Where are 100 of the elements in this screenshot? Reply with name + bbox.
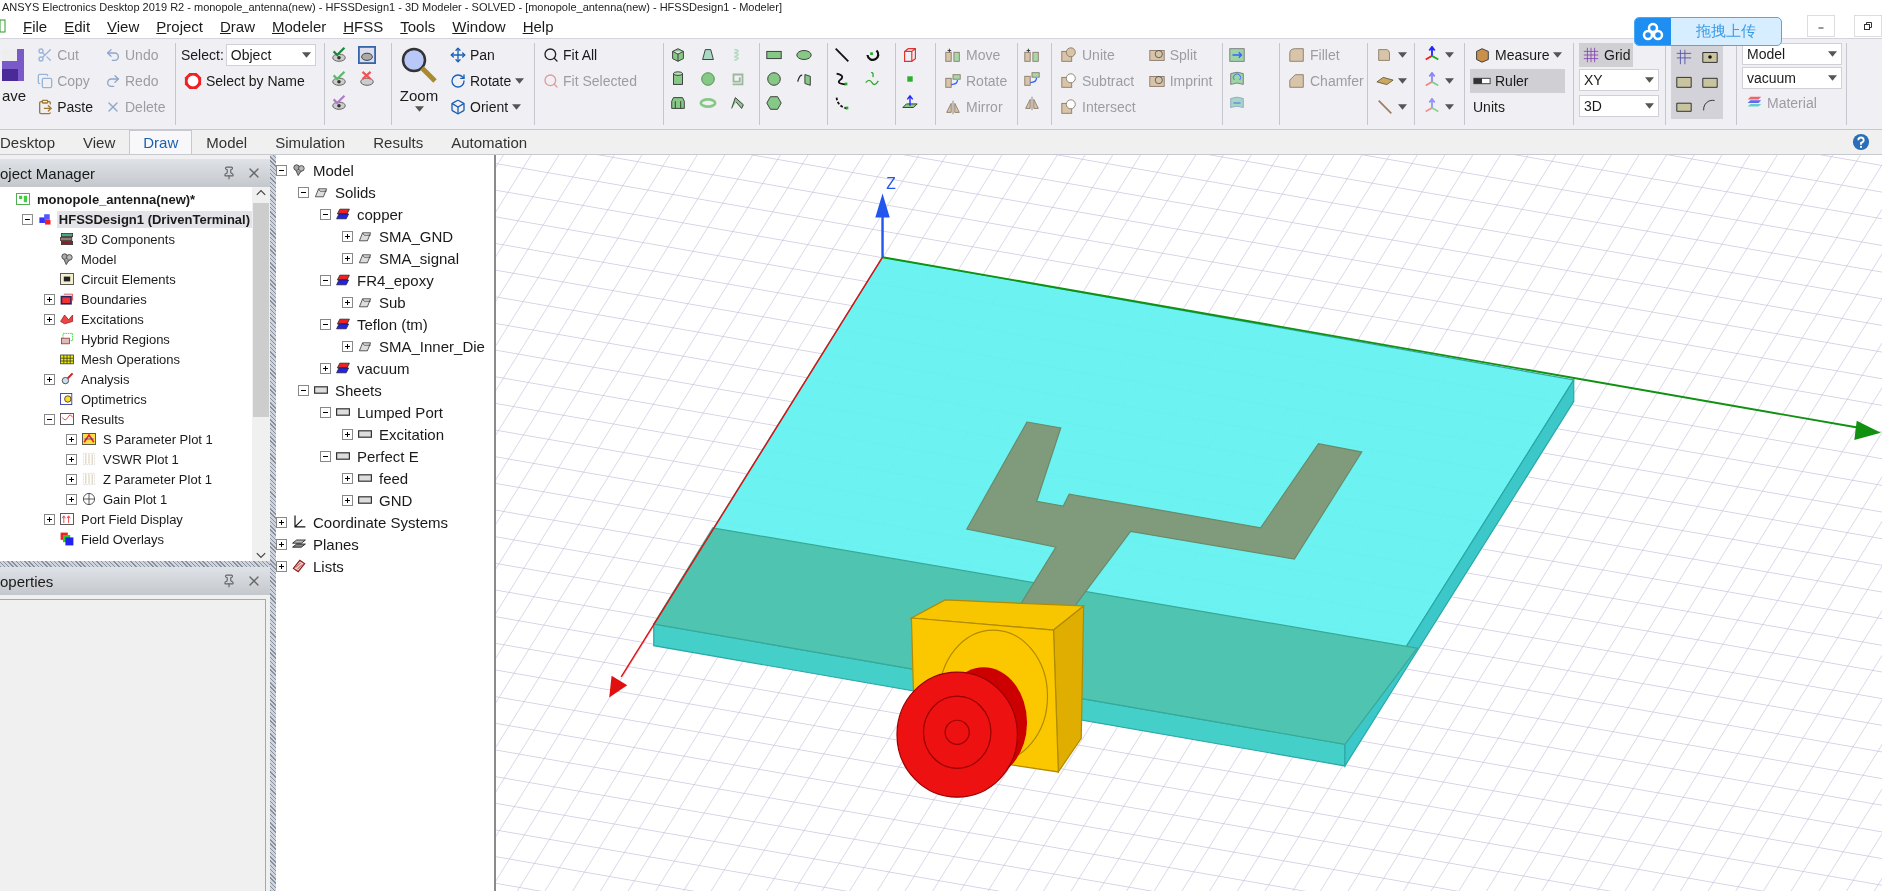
collapse-toggle[interactable] bbox=[298, 384, 309, 396]
menu-item[interactable]: Tools bbox=[400, 17, 436, 35]
ribbon-tab[interactable]: Results bbox=[359, 130, 438, 154]
tree-item[interactable]: VSWR Plot 1 bbox=[101, 450, 181, 468]
expand-toggle[interactable] bbox=[342, 494, 353, 506]
zoom-button[interactable]: Zoom bbox=[397, 43, 441, 114]
expand-toggle[interactable] bbox=[342, 472, 353, 484]
expand-toggle[interactable] bbox=[276, 560, 287, 572]
tree-item[interactable]: vacuum bbox=[355, 358, 412, 378]
expand-toggle[interactable] bbox=[44, 313, 55, 325]
tree-item[interactable]: SMA_Inner_Die bbox=[377, 336, 487, 356]
toolbar-button[interactable]: Paste bbox=[34, 95, 96, 119]
tree-item[interactable]: Lists bbox=[311, 556, 346, 576]
restore-button[interactable] bbox=[1854, 15, 1882, 37]
circle-icon[interactable] bbox=[765, 70, 783, 88]
eye-check-icon[interactable] bbox=[330, 94, 348, 112]
menu-item[interactable]: Draw bbox=[220, 17, 255, 35]
tree-item[interactable]: HFSSDesign1 (DrivenTerminal) bbox=[56, 210, 252, 228]
collapse-toggle[interactable] bbox=[276, 164, 287, 176]
viewport-canvas[interactable]: Z bbox=[496, 155, 1882, 891]
eye-check-icon[interactable] bbox=[330, 70, 348, 88]
tree-item[interactable]: Results bbox=[79, 410, 127, 428]
toolbar-button[interactable]: Units bbox=[1470, 95, 1566, 119]
tree-item[interactable]: Lumped Port bbox=[355, 402, 445, 422]
save-button[interactable]: ave bbox=[0, 43, 29, 106]
grid-snap-icon[interactable] bbox=[1675, 48, 1693, 66]
menu-item[interactable]: Project bbox=[156, 17, 203, 35]
toolbar-button[interactable]: Orient bbox=[447, 95, 528, 119]
collapse-toggle[interactable] bbox=[44, 413, 55, 425]
expand-toggle[interactable] bbox=[342, 340, 353, 352]
grid-button[interactable]: Grid bbox=[1579, 43, 1634, 67]
menu-item[interactable]: Edit bbox=[64, 17, 91, 35]
collapse-toggle[interactable] bbox=[298, 186, 309, 198]
view-mode-dropdown[interactable]: 3D bbox=[1579, 95, 1659, 117]
menu-item[interactable]: Help bbox=[522, 17, 554, 35]
tree-item[interactable]: Model bbox=[79, 250, 119, 268]
hexagon-icon[interactable] bbox=[765, 94, 783, 112]
menu-item[interactable]: Modeler bbox=[272, 17, 327, 35]
duplicate-line-icon[interactable] bbox=[1023, 46, 1041, 64]
menu-item[interactable]: File bbox=[23, 17, 48, 35]
tree-item[interactable]: Excitation bbox=[377, 424, 447, 444]
tree-item[interactable]: copper bbox=[355, 204, 405, 224]
expand-toggle[interactable] bbox=[44, 513, 55, 525]
ribbon-tab[interactable]: Automation bbox=[437, 130, 542, 154]
tree-item[interactable]: Mesh Operations bbox=[79, 350, 182, 368]
toolbar-button[interactable]: Measure bbox=[1470, 43, 1566, 67]
expand-toggle[interactable] bbox=[320, 362, 331, 374]
tree-item[interactable]: Sub bbox=[377, 292, 408, 312]
collapse-toggle[interactable] bbox=[320, 208, 331, 220]
expand-toggle[interactable] bbox=[44, 373, 55, 385]
tree-item[interactable]: feed bbox=[377, 468, 411, 488]
menu-item[interactable]: Window bbox=[452, 17, 506, 35]
tree-item[interactable]: S Parameter Plot 1 bbox=[101, 430, 215, 448]
tree-item[interactable]: Model bbox=[311, 160, 356, 180]
eye-cross-icon[interactable] bbox=[358, 70, 376, 88]
expand-toggle[interactable] bbox=[66, 473, 77, 485]
tree-item[interactable]: Teflon (tm) bbox=[355, 314, 430, 334]
expand-toggle[interactable] bbox=[342, 428, 353, 440]
tree-item[interactable]: Coordinate Systems bbox=[311, 512, 451, 532]
expand-toggle[interactable] bbox=[276, 516, 287, 528]
prism-icon[interactable] bbox=[669, 94, 687, 112]
line-icon[interactable] bbox=[833, 46, 851, 64]
select-by-name-button[interactable]: Select by Name bbox=[181, 69, 308, 93]
bondwire-icon[interactable] bbox=[729, 94, 747, 112]
tree-item[interactable]: Perfect E bbox=[355, 446, 421, 466]
ribbon-tab[interactable]: Desktop bbox=[0, 130, 70, 154]
tree-item[interactable]: Planes bbox=[311, 534, 361, 554]
tree-item[interactable]: Hybrid Regions bbox=[79, 330, 172, 348]
ribbon-tab[interactable]: View bbox=[69, 130, 130, 154]
pin-icon[interactable] bbox=[222, 574, 236, 588]
sweep-axis-icon[interactable] bbox=[1228, 70, 1246, 88]
tree-item[interactable]: Circuit Elements bbox=[79, 270, 178, 288]
scrollbar-thumb[interactable] bbox=[253, 203, 269, 417]
collapse-toggle[interactable] bbox=[22, 213, 33, 225]
toolbar-button[interactable]: Pan bbox=[447, 43, 528, 67]
plane-dropdown[interactable]: XY bbox=[1579, 69, 1659, 91]
cube-icon[interactable] bbox=[669, 46, 687, 64]
collapse-toggle[interactable] bbox=[320, 318, 331, 330]
sweep-vector-icon[interactable] bbox=[1228, 46, 1246, 64]
expand-toggle[interactable] bbox=[44, 293, 55, 305]
expand-toggle[interactable] bbox=[66, 493, 77, 505]
tree-item[interactable]: SMA_GND bbox=[377, 226, 456, 246]
toolbar-button[interactable]: Fit All bbox=[540, 43, 640, 67]
ribbon-tab[interactable]: Model bbox=[192, 130, 262, 154]
expand-toggle[interactable] bbox=[342, 230, 353, 242]
expand-toggle[interactable] bbox=[276, 538, 287, 550]
expand-toggle[interactable] bbox=[66, 433, 77, 445]
tree-item[interactable]: Boundaries bbox=[79, 290, 149, 308]
tree-item[interactable]: Z Parameter Plot 1 bbox=[101, 470, 215, 488]
pin-icon[interactable] bbox=[222, 166, 236, 180]
collapse-toggle[interactable] bbox=[320, 406, 331, 418]
expand-toggle[interactable] bbox=[342, 296, 353, 308]
ribbon-tab[interactable]: Draw bbox=[129, 130, 193, 154]
duplicate-mirror-icon[interactable] bbox=[1023, 94, 1041, 112]
tree-item[interactable]: Analysis bbox=[79, 370, 132, 388]
toolbar-button[interactable]: Rotate bbox=[447, 69, 528, 93]
menu-item[interactable]: HFSS bbox=[343, 17, 384, 35]
help-icon[interactable] bbox=[1852, 133, 1870, 151]
eye-window-icon[interactable] bbox=[358, 46, 376, 64]
collapse-toggle[interactable] bbox=[320, 450, 331, 462]
